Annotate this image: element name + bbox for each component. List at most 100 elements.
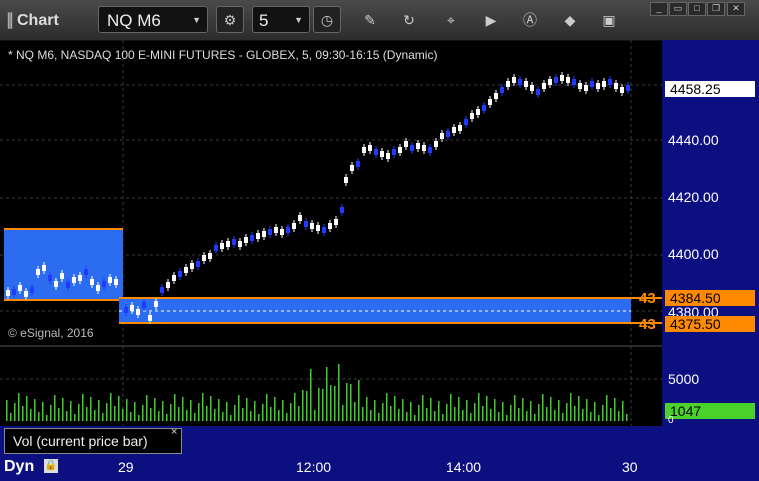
volume-bar	[530, 401, 532, 421]
candle-body	[572, 79, 576, 85]
volume-bar	[34, 399, 36, 421]
volume-bar	[590, 412, 592, 421]
symbol-input[interactable]: NQ M6 ▼	[98, 6, 208, 33]
refresh-icon[interactable]: ↻	[399, 10, 419, 30]
volume-bar	[618, 411, 620, 421]
interval-input[interactable]: 5 ▼	[252, 6, 310, 33]
volume-bar	[534, 414, 536, 421]
candle-body	[42, 265, 46, 271]
candle-body	[518, 79, 522, 85]
volume-bar	[138, 415, 140, 421]
candle-body	[350, 165, 354, 171]
volume-bar	[126, 399, 128, 421]
volume-bar	[250, 411, 252, 421]
cursor-icon[interactable]: ⌖	[441, 10, 461, 30]
volume-bar	[238, 395, 240, 421]
time-axis[interactable]	[0, 456, 759, 481]
candle-body	[446, 131, 450, 137]
time-label: 12:00	[296, 459, 332, 475]
volume-label: 5000	[668, 371, 700, 387]
price-label: 4440.00	[668, 132, 719, 148]
volume-bar	[330, 385, 332, 421]
volume-bar	[270, 407, 272, 421]
candle-body	[374, 149, 378, 155]
volume-bar	[394, 396, 396, 421]
pencil-icon[interactable]: ✎	[360, 10, 380, 30]
scroll-handle[interactable]	[742, 456, 754, 481]
volume-bar	[70, 401, 72, 421]
volume-bar	[218, 399, 220, 421]
clock-button[interactable]: ◷	[313, 6, 341, 33]
volume-bar	[150, 408, 152, 421]
maximize-button[interactable]: □	[688, 2, 706, 16]
volume-bar	[466, 400, 468, 421]
volume-bar	[450, 394, 452, 421]
candle-body	[160, 287, 164, 293]
volume-bar	[158, 411, 160, 421]
volume-bar	[602, 405, 604, 421]
dropdown-icon[interactable]: ▼	[192, 7, 201, 34]
volume-bar	[50, 405, 52, 421]
volume-bar	[514, 395, 516, 421]
candle-body	[220, 243, 224, 249]
volume-bar	[594, 402, 596, 421]
candle-body	[344, 177, 348, 183]
lock-icon[interactable]: 🔒	[44, 459, 58, 473]
volume-bar	[322, 389, 324, 421]
volume-bar	[390, 406, 392, 421]
level-high-marker: 43	[639, 290, 656, 307]
volume-bar	[362, 407, 364, 421]
volume-bar	[222, 412, 224, 421]
candle-body	[304, 221, 308, 227]
price-chart[interactable]	[0, 40, 662, 426]
volume-bar	[254, 401, 256, 421]
candle-body	[166, 282, 170, 288]
candle-body	[30, 287, 34, 293]
volume-bar	[74, 414, 76, 421]
volume-bar	[62, 398, 64, 421]
play-icon[interactable]: ▶	[481, 10, 501, 30]
candle-body	[530, 85, 534, 91]
candle-body	[596, 83, 600, 89]
volume-bar	[382, 403, 384, 421]
volume-bar	[178, 407, 180, 421]
close-button[interactable]: ✕	[727, 2, 745, 16]
candle-body	[416, 143, 420, 149]
close-icon[interactable]: ×	[171, 426, 177, 438]
candle-body	[66, 282, 70, 288]
minimize-button[interactable]: _	[650, 2, 668, 16]
volume-bar	[342, 405, 344, 421]
volume-bar	[154, 398, 156, 421]
candle-body	[60, 273, 64, 279]
candle-body	[90, 279, 94, 285]
volume-bar	[462, 410, 464, 421]
toolbar: ∥ Chart NQ M6 ▼ ⚙ 5 ▼ ◷ ✎ ↻ ⌖ ▶ Ⓐ ◆ ▣ _ ▭ □…	[0, 0, 759, 41]
candle-body	[72, 277, 76, 283]
volume-bar	[242, 408, 244, 421]
volume-bar	[582, 409, 584, 421]
candle-body	[280, 229, 284, 235]
candle-body	[590, 81, 594, 87]
volume-bar	[302, 390, 304, 421]
link-button[interactable]: ▭	[669, 2, 687, 16]
candle-body	[440, 133, 444, 139]
candle-body	[286, 227, 290, 233]
candle-body	[108, 277, 112, 283]
volume-bar	[434, 411, 436, 421]
grip-icon[interactable]: ∥	[6, 12, 14, 29]
dropdown-icon[interactable]: ▼	[294, 7, 303, 34]
eraser-icon[interactable]: ◆	[560, 10, 580, 30]
volume-bar	[98, 400, 100, 421]
candle-body	[190, 263, 194, 269]
candle-body	[130, 305, 134, 311]
snapshot-icon[interactable]: ▣	[599, 10, 619, 30]
volume-bar	[522, 398, 524, 421]
volume-study-tab[interactable]: Vol (current price bar)	[4, 428, 182, 454]
restore-button[interactable]: ❐	[707, 2, 725, 16]
candle-body	[536, 89, 540, 95]
candle-body	[328, 223, 332, 229]
alert-icon[interactable]: Ⓐ	[520, 10, 540, 30]
volume-bar	[234, 405, 236, 421]
settings-button[interactable]: ⚙	[216, 6, 244, 33]
candle-body	[226, 241, 230, 247]
